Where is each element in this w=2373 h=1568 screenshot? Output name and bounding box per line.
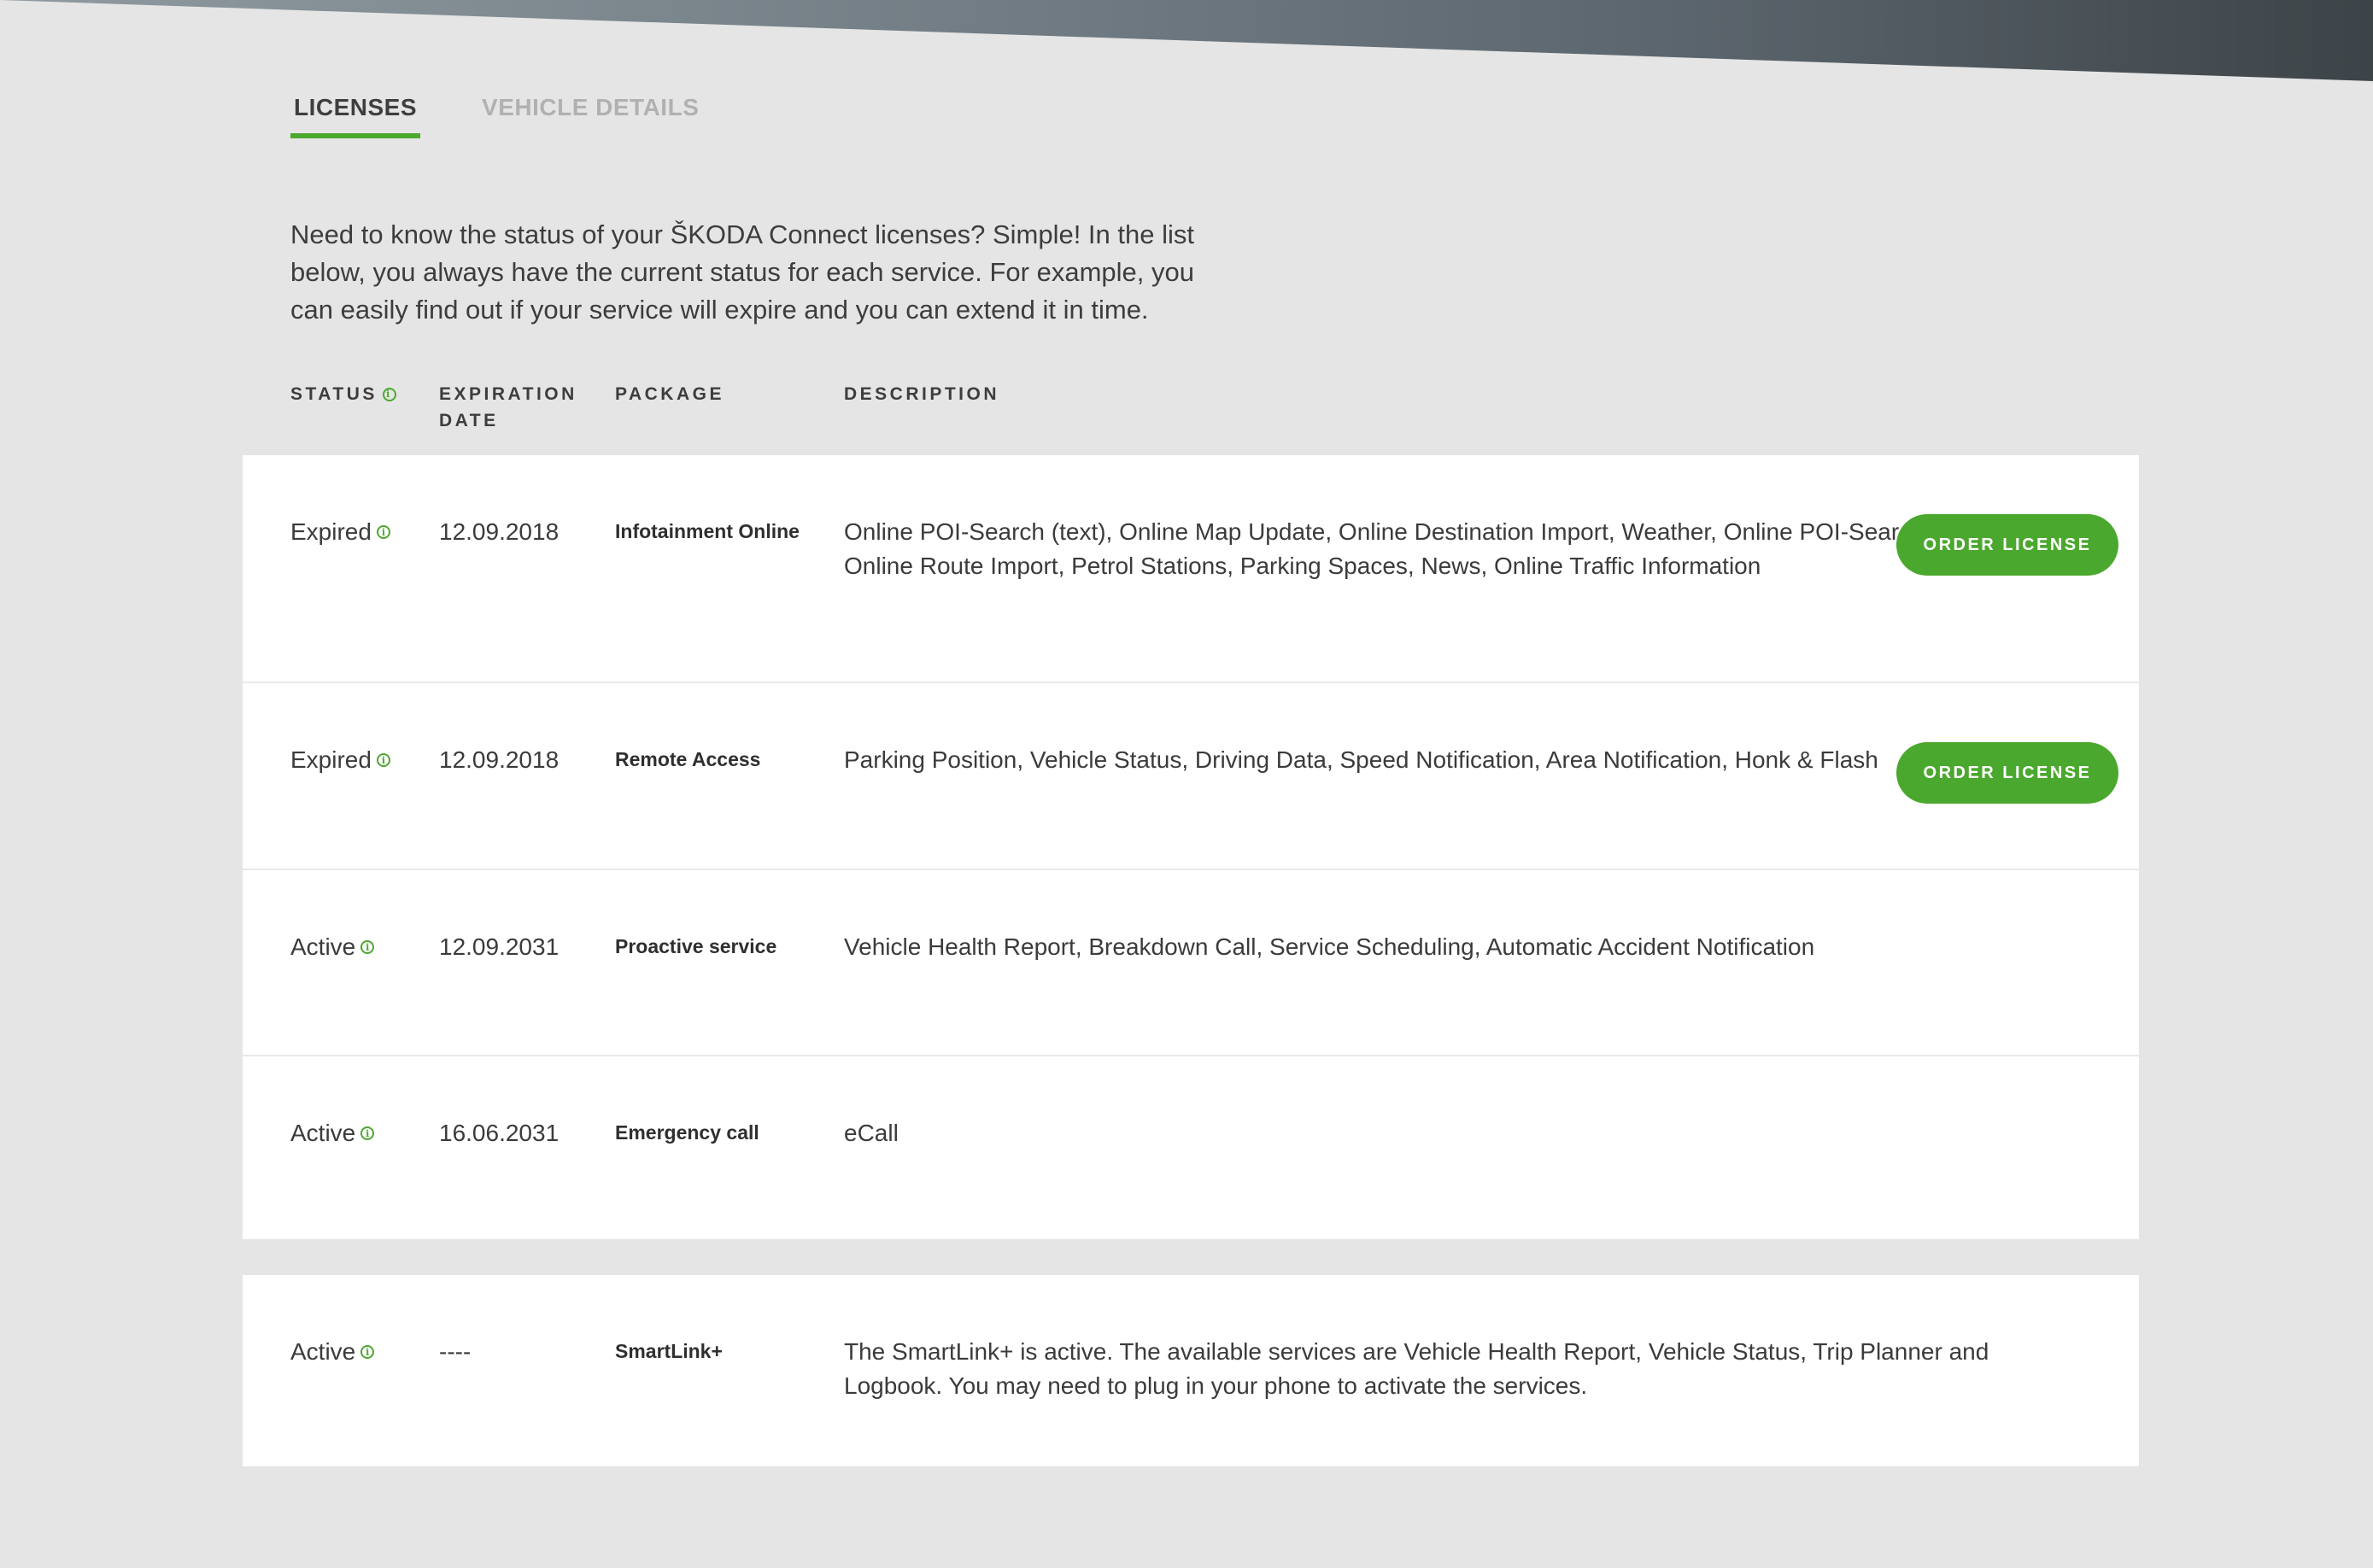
info-circle-icon[interactable]: i [376, 525, 390, 539]
package-name: Emergency call [615, 1121, 759, 1144]
info-circle-icon[interactable]: i [360, 940, 375, 954]
info-circle-icon[interactable]: i [360, 1126, 375, 1140]
top-banner [0, 0, 2373, 81]
expiration-date: 12.09.2031 [439, 933, 560, 960]
info-circle-icon[interactable]: i [376, 753, 390, 767]
tab-bar: LICENSES VEHICLE DETAILS [290, 89, 702, 138]
package-description: eCall [844, 1120, 899, 1146]
licenses-page: LICENSES VEHICLE DETAILS Need to know th… [0, 0, 2373, 1568]
tab-vehicle-details[interactable]: VEHICLE DETAILS [478, 89, 702, 138]
package-name: Infotainment Online [615, 520, 800, 542]
package-description: Vehicle Health Report, Breakdown Call, S… [844, 933, 1815, 960]
info-circle-icon[interactable]: i [360, 1345, 375, 1359]
info-circle-icon[interactable]: i [382, 387, 396, 401]
smartlink-card: Active i ---- SmartLink+ The SmartLink+ … [243, 1275, 2139, 1466]
table-row: Expired i 12.09.2018 Infotainment Online… [243, 455, 2139, 682]
table-row: Active i 16.06.2031 Emergency call eCall [243, 1055, 2139, 1239]
package-name: Remote Access [615, 748, 761, 770]
header-status-label: STATUS [290, 384, 378, 404]
status-cell: Expired i [290, 515, 390, 549]
header-package: PACKAGE [615, 384, 724, 404]
order-license-button[interactable]: ORDER LICENSE [1896, 514, 2118, 576]
expiration-date: ---- [439, 1338, 472, 1365]
header-expiration: EXPIRATION DATE [439, 384, 577, 430]
status-text: Active [290, 933, 356, 960]
status-text: Expired [290, 518, 372, 545]
status-text: Expired [290, 746, 372, 773]
table-row: Active i 12.09.2031 Proactive service Ve… [243, 869, 2139, 1055]
expiration-date: 12.09.2018 [439, 518, 560, 545]
table-row: Expired i 12.09.2018 Remote Access Parki… [243, 682, 2139, 869]
package-name: Proactive service [615, 935, 777, 957]
tab-licenses[interactable]: LICENSES [290, 89, 421, 138]
status-cell: Active i [290, 930, 375, 964]
status-text: Active [290, 1120, 356, 1146]
table-header: STATUS i EXPIRATION DATE PACKAGE DESCRIP… [290, 381, 2118, 432]
expiration-date: 16.06.2031 [439, 1120, 560, 1146]
order-license-button[interactable]: ORDER LICENSE [1896, 742, 2118, 804]
table-row: Active i ---- SmartLink+ The SmartLink+ … [243, 1275, 2139, 1466]
status-cell: Expired i [290, 743, 390, 777]
header-status: STATUS i [290, 381, 396, 407]
status-cell: Active i [290, 1116, 375, 1150]
package-description: The SmartLink+ is active. The available … [844, 1338, 1989, 1399]
header-description: DESCRIPTION [844, 384, 1000, 404]
licenses-table: Expired i 12.09.2018 Infotainment Online… [243, 455, 2139, 1239]
status-text: Active [290, 1338, 356, 1365]
status-cell: Active i [290, 1335, 375, 1369]
expiration-date: 12.09.2018 [439, 746, 560, 773]
intro-text: Need to know the status of your ŠKODA Co… [290, 219, 1194, 325]
package-name: SmartLink+ [615, 1340, 723, 1362]
